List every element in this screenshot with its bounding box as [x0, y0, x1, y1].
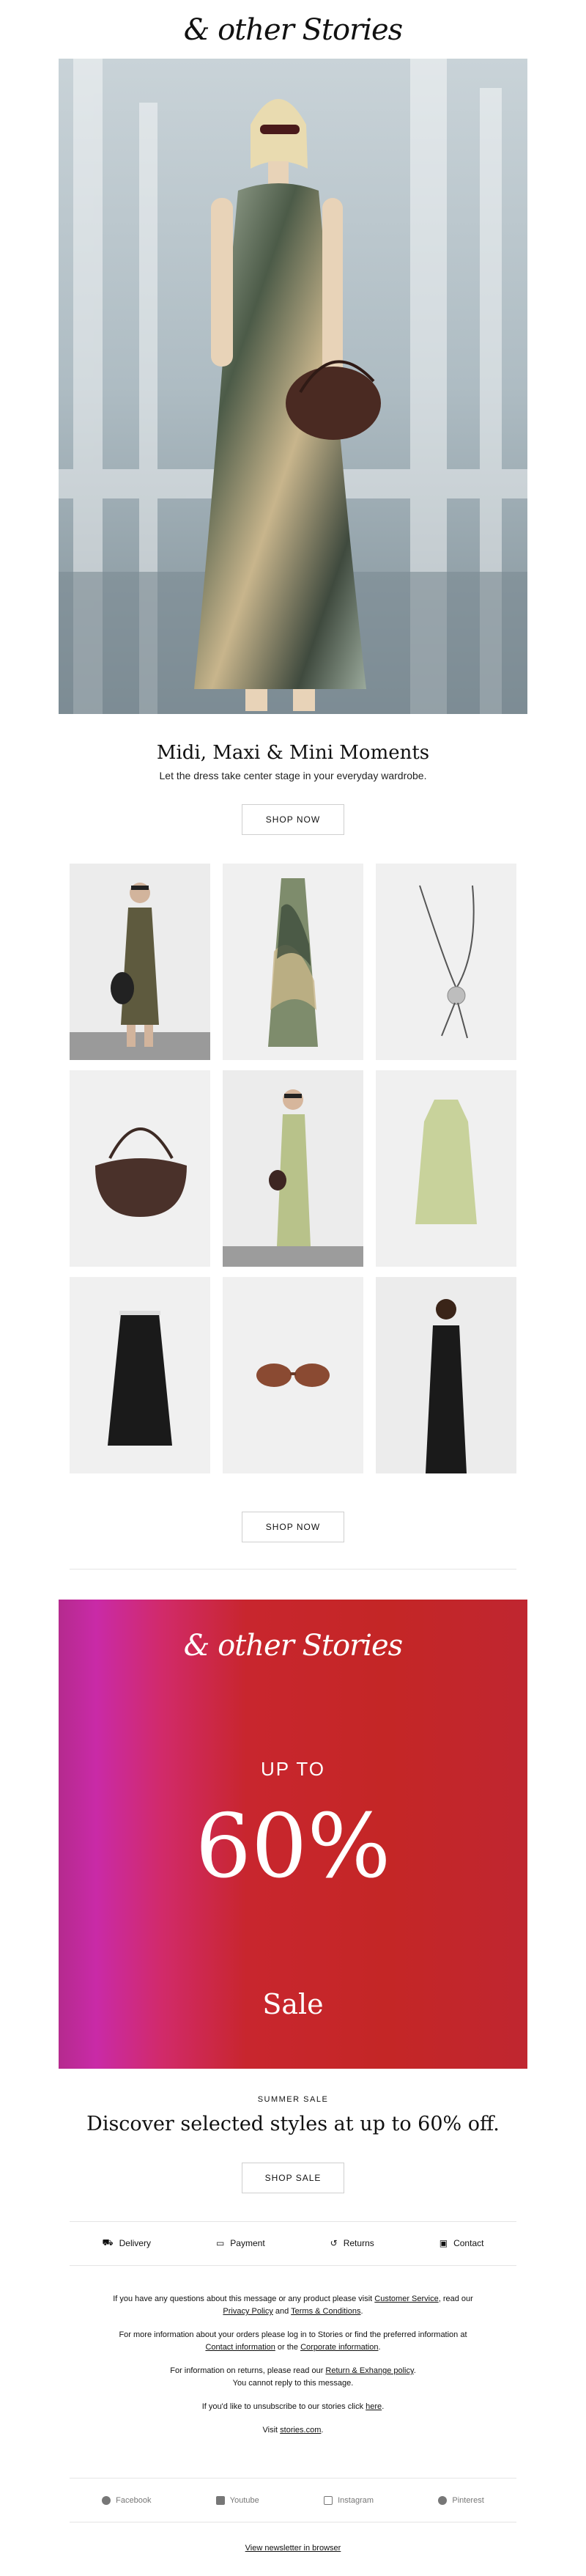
stories-site-link[interactable]: stories.com: [280, 2426, 321, 2435]
legal-text-span: .: [382, 2402, 385, 2411]
shop-sale-button[interactable]: SHOP SALE: [242, 2163, 344, 2193]
brand-logo[interactable]: & other Stories: [0, 13, 586, 47]
view-in-browser-link[interactable]: View newsletter in browser: [0, 2544, 586, 2553]
social-instagram[interactable]: Instagram: [324, 2496, 374, 2505]
product-tile-necklace[interactable]: [376, 864, 516, 1060]
product-image: [376, 1070, 516, 1267]
product-tile-olive-dress-model[interactable]: [70, 864, 210, 1060]
social-pinterest[interactable]: Pinterest: [438, 2496, 484, 2505]
product-image: [376, 1277, 516, 1473]
delivery-icon: ⛟: [102, 2237, 114, 2248]
shop-now-button[interactable]: SHOP NOW: [242, 804, 344, 835]
sale-headline: Discover selected styles at up to 60% of…: [86, 2113, 500, 2135]
legal-text-span: If you have any questions about this mes…: [113, 2295, 375, 2303]
legal-text-span: If you'd like to unsubscribe to our stor…: [201, 2402, 366, 2411]
product-image: [223, 1277, 363, 1473]
legal-text: If you have any questions about this mes…: [110, 2293, 476, 2448]
legal-text-span: Visit: [262, 2426, 281, 2435]
service-delivery[interactable]: ⛟ Delivery: [103, 2237, 151, 2249]
pinterest-icon: [438, 2496, 448, 2505]
product-tile-sunglasses[interactable]: [223, 1277, 363, 1473]
service-label: Payment: [230, 2238, 265, 2248]
legal-text-span: For more information about your orders p…: [119, 2330, 467, 2339]
social-label: Youtube: [229, 2496, 259, 2505]
legal-text-span: and: [272, 2307, 292, 2316]
legal-text-span: .: [413, 2366, 416, 2375]
service-label: Returns: [343, 2238, 374, 2248]
product-image: [70, 864, 210, 1060]
legal-paragraph-5: Visit stories.com.: [110, 2424, 476, 2437]
hero-title: Midi, Maxi & Mini Moments: [156, 742, 430, 764]
legal-text-span: .: [360, 2307, 363, 2316]
legal-text-span: , read our: [438, 2295, 473, 2303]
service-returns[interactable]: ↺ Returns: [330, 2238, 374, 2248]
product-tile-brown-bag[interactable]: [70, 1070, 210, 1267]
privacy-policy-link[interactable]: Privacy Policy: [223, 2307, 272, 2316]
grid-shop-now-button[interactable]: SHOP NOW: [242, 1512, 344, 1542]
product-tile-green-mini-dress[interactable]: [376, 1070, 516, 1267]
contact-information-link[interactable]: Contact information: [205, 2343, 275, 2352]
facebook-icon: [102, 2496, 111, 2505]
legal-paragraph-4: If you'd like to unsubscribe to our stor…: [110, 2401, 476, 2413]
terms-link[interactable]: Terms & Conditions: [291, 2307, 360, 2316]
social-label: Instagram: [338, 2496, 374, 2505]
divider: [70, 2265, 516, 2266]
services-bar: ⛟ Delivery ▭ Payment ↺ Returns ▣ Contact: [70, 2229, 516, 2258]
youtube-icon: [215, 2496, 225, 2505]
product-image: [376, 864, 516, 1060]
social-youtube[interactable]: Youtube: [215, 2496, 259, 2505]
sale-banner[interactable]: & other Stories UP TO 60% Sale: [59, 1600, 527, 2069]
legal-text-span: .: [378, 2343, 381, 2352]
social-bar: Facebook Youtube Instagram Pinterest: [70, 2489, 516, 2511]
legal-paragraph-3: For information on returns, please read …: [110, 2365, 476, 2390]
divider: [70, 2221, 516, 2222]
product-tile-printed-dress[interactable]: [223, 864, 363, 1060]
social-label: Facebook: [116, 2496, 152, 2505]
payment-icon: ▭: [215, 2238, 225, 2248]
legal-paragraph-1: If you have any questions about this mes…: [110, 2293, 476, 2318]
product-tile-black-slip-dress[interactable]: [70, 1277, 210, 1473]
legal-paragraph-2: For more information about your orders p…: [110, 2329, 476, 2354]
product-image: [70, 1277, 210, 1473]
returns-policy-link[interactable]: Return & Exhange policy: [325, 2366, 413, 2375]
sale-up-to: UP TO: [260, 1758, 326, 1780]
product-image: [70, 1070, 210, 1267]
product-image: [223, 1070, 363, 1267]
divider: [70, 2478, 516, 2479]
sale-percent: 60%: [195, 1796, 391, 1898]
hero-image[interactable]: [59, 59, 527, 714]
email-page: & other Stories Midi, Maxi & Mini Moment…: [0, 0, 586, 2576]
contact-icon: ▣: [439, 2238, 448, 2248]
legal-text-span: You cannot reply to this message.: [232, 2379, 354, 2388]
hero-subtitle: Let the dress take center stage in your …: [159, 770, 427, 781]
product-tile-black-dress-model[interactable]: [376, 1277, 516, 1473]
social-label: Pinterest: [452, 2496, 484, 2505]
instagram-icon: [324, 2496, 333, 2505]
service-label: Delivery: [119, 2238, 151, 2248]
product-tile-green-dress-model[interactable]: [223, 1070, 363, 1267]
returns-icon: ↺: [330, 2238, 338, 2248]
social-facebook[interactable]: Facebook: [102, 2496, 151, 2505]
service-contact[interactable]: ▣ Contact: [440, 2238, 484, 2248]
corporate-information-link[interactable]: Corporate information: [300, 2343, 378, 2352]
unsubscribe-link[interactable]: here: [366, 2402, 382, 2411]
customer-service-link[interactable]: Customer Service: [374, 2295, 438, 2303]
legal-text-span: or the: [275, 2343, 301, 2352]
sale-word: Sale: [262, 1988, 324, 2020]
sale-logo: & other Stories: [183, 1629, 403, 1663]
hero-illustration: [59, 59, 527, 714]
product-image: [223, 864, 363, 1060]
service-payment[interactable]: ▭ Payment: [216, 2238, 265, 2248]
legal-text-span: For information on returns, please read …: [170, 2366, 326, 2375]
legal-text-span: .: [321, 2426, 324, 2435]
sale-eyebrow: SUMMER SALE: [257, 2095, 329, 2104]
service-label: Contact: [453, 2238, 484, 2248]
